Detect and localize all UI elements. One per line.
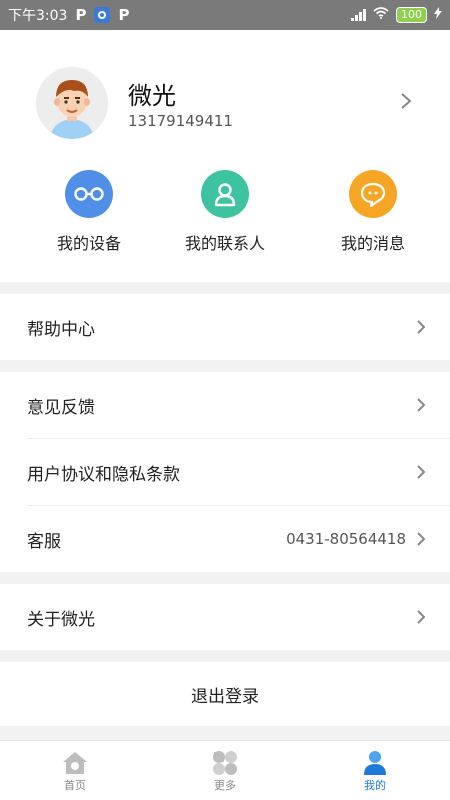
shortcut-label: 我的消息 [340,234,405,253]
menu-item-customer-service[interactable]: 客服 0431-80564418 [0,506,450,572]
chevron-right-icon [417,398,426,412]
parking-app-icon-2: P [118,6,130,24]
status-time: 下午3:03 [8,8,68,24]
menu-item-label: 客服 [27,531,61,552]
shortcut-my-devices[interactable]: 我的设备 [14,170,164,254]
tab-more[interactable]: 更多 [150,741,300,800]
settings-card: 意见反馈 用户协议和隐私条款 客服 0431-80564418 [0,372,450,572]
menu-item-feedback[interactable]: 意见反馈 [0,372,450,438]
tab-mine[interactable]: 我的 [300,741,450,800]
menu-item-label: 帮助中心 [27,319,95,340]
glasses-icon [65,170,113,218]
shortcut-label: 我的联系人 [184,234,265,253]
tab-label: 首页 [64,778,86,792]
user-icon [361,749,389,777]
more-icon [211,749,239,777]
tab-label: 我的 [364,778,386,792]
avatar[interactable] [36,67,108,139]
logout-card: 退出登录 [0,662,450,726]
about-card: 关于微光 [0,584,450,650]
battery-icon: 100 [396,7,427,23]
menu-item-help-center[interactable]: 帮助中心 [0,294,450,360]
signal-icon [351,9,366,21]
tab-home[interactable]: 首页 [0,741,150,800]
menu-item-label: 用户协议和隐私条款 [27,464,180,485]
home-icon [61,749,89,777]
wifi-icon [373,7,389,23]
parking-app-icon: P [75,6,87,24]
chevron-right-icon[interactable] [400,92,412,114]
chat-icon [349,170,397,218]
shortcut-my-contacts[interactable]: 我的联系人 [150,170,300,254]
service-phone: 0431-80564418 [286,530,406,548]
shortcut-label: 我的设备 [56,234,121,253]
shortcut-my-messages[interactable]: 我的消息 [298,170,448,254]
notification-app-icon [94,7,111,23]
chevron-right-icon [417,320,426,334]
profile-card: 微光 13179149411 我的设备 我的联系人 我的消息 [0,30,450,282]
chevron-right-icon [417,465,426,479]
contact-icon [201,170,249,218]
menu-item-label: 意见反馈 [27,397,95,418]
user-phone: 13179149411 [128,112,233,130]
bottom-tab-bar: 首页 更多 我的 [0,740,450,800]
chevron-right-icon [417,610,426,624]
chevron-right-icon [417,532,426,546]
menu-item-label: 关于微光 [27,609,95,630]
tab-label: 更多 [214,778,236,792]
menu-item-agreement[interactable]: 用户协议和隐私条款 [0,439,450,505]
status-bar: 下午3:03 P P 100 [0,0,450,30]
charging-icon [434,7,442,23]
logout-button[interactable]: 退出登录 [0,662,450,726]
menu-item-about[interactable]: 关于微光 [0,584,450,650]
help-card: 帮助中心 [0,294,450,360]
user-name: 微光 [128,82,176,110]
